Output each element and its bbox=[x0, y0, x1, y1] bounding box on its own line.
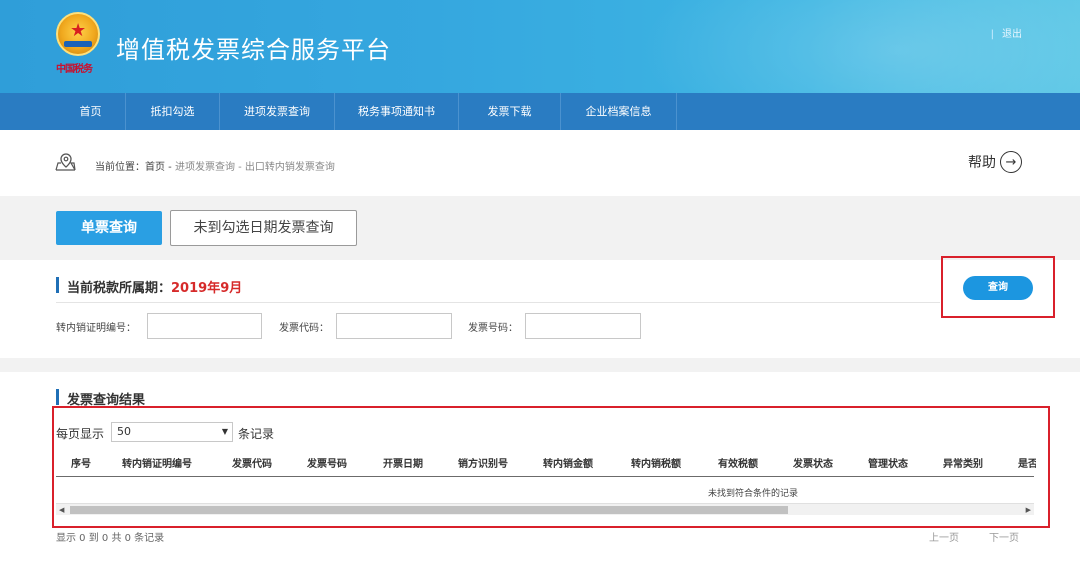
breadcrumb-path: 进项发票查询 - 出口转内销发票查询 bbox=[174, 162, 335, 173]
help-button[interactable]: 帮助 → bbox=[968, 151, 1022, 173]
cert-no-input[interactable] bbox=[147, 313, 262, 339]
tax-period: 当前税款所属期：2019年9月 bbox=[67, 277, 242, 296]
divider bbox=[56, 302, 940, 303]
header-decoration bbox=[640, 0, 1080, 93]
help-label: 帮助 bbox=[968, 155, 996, 171]
logout-area: | 退出 bbox=[991, 25, 1022, 40]
invoice-no-input[interactable] bbox=[525, 313, 641, 339]
invoice-code-label: 发票代码： bbox=[279, 323, 329, 334]
section-marker bbox=[56, 389, 59, 405]
star-icon: ★ bbox=[70, 20, 87, 41]
app-title: 增值税发票综合服务平台 bbox=[116, 36, 391, 64]
tax-emblem-icon: ★ bbox=[56, 12, 100, 56]
nav-tab-input-invoice-query[interactable]: 进项发票查询 bbox=[220, 93, 335, 130]
search-section bbox=[0, 260, 1080, 358]
nav-tab-tax-notice[interactable]: 税务事项通知书 bbox=[335, 93, 459, 130]
cert-no-label: 转内销证明编号： bbox=[56, 323, 136, 334]
breadcrumb: 当前位置：首页 - 进项发票查询 - 出口转内销发票查询 bbox=[95, 158, 335, 173]
highlight-box-query bbox=[941, 256, 1055, 318]
query-type-band bbox=[0, 196, 1080, 260]
breadcrumb-prefix[interactable]: 当前位置：首页 - bbox=[95, 162, 175, 173]
tax-period-label: 当前税款所属期： bbox=[67, 281, 172, 296]
section-gap bbox=[0, 358, 1080, 372]
emblem-caption: 中国税务 bbox=[56, 64, 93, 75]
nav-tab-company-archive[interactable]: 企业档案信息 bbox=[561, 93, 677, 130]
invoice-code-input[interactable] bbox=[336, 313, 452, 339]
arrow-right-circle-icon: → bbox=[1000, 151, 1022, 173]
next-page-link[interactable]: 下一页 bbox=[989, 529, 1019, 544]
logout-separator: | bbox=[990, 29, 994, 40]
location-pin-icon bbox=[55, 153, 76, 171]
prev-page-link[interactable]: 上一页 bbox=[929, 529, 959, 544]
main-nav: 首页 抵扣勾选 进项发票查询 税务事项通知书 发票下载 企业档案信息 bbox=[0, 93, 1080, 130]
nav-tab-invoice-download[interactable]: 发票下载 bbox=[459, 93, 561, 130]
unchecked-date-query-tab[interactable]: 未到勾选日期发票查询 bbox=[170, 210, 357, 246]
results-summary: 显示 0 到 0 共 0 条记录 bbox=[56, 533, 165, 544]
logout-link[interactable]: 退出 bbox=[1002, 29, 1022, 40]
single-invoice-query-tab[interactable]: 单票查询 bbox=[56, 211, 162, 245]
emblem-band bbox=[64, 41, 92, 47]
nav-tab-home[interactable]: 首页 bbox=[56, 93, 126, 130]
highlight-box-results bbox=[52, 406, 1050, 528]
invoice-no-label: 发票号码： bbox=[468, 323, 518, 334]
tax-period-value: 2019年9月 bbox=[171, 281, 243, 296]
nav-tab-deduction-check[interactable]: 抵扣勾选 bbox=[126, 93, 220, 130]
section-marker bbox=[56, 277, 59, 293]
